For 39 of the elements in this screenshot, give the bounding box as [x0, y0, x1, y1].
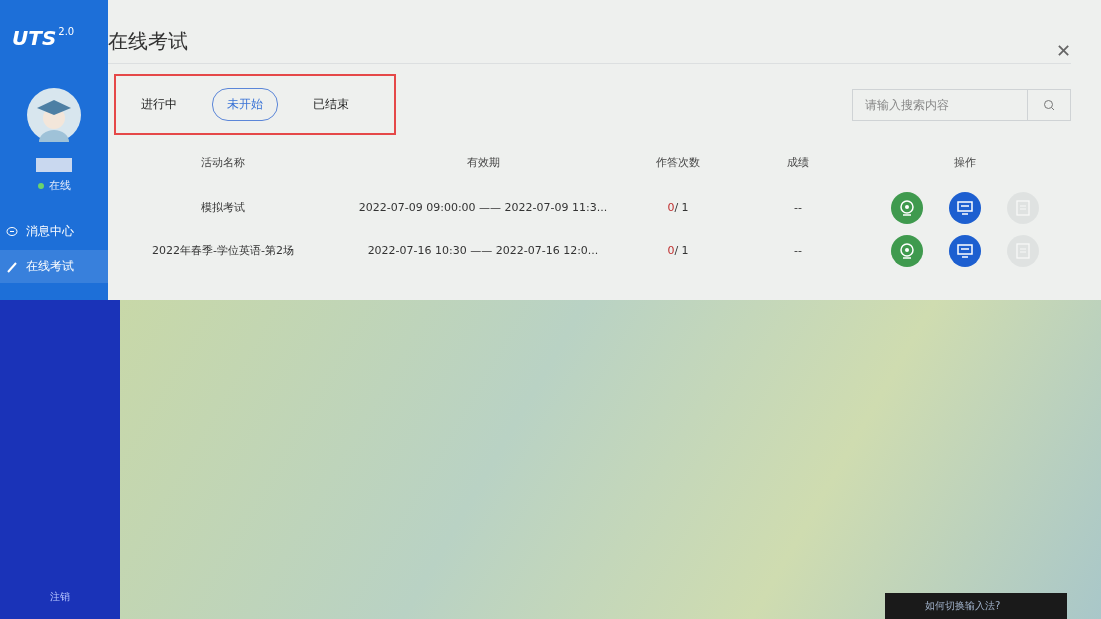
avatar-icon — [27, 88, 81, 142]
filter-tab[interactable]: 已结束 — [298, 88, 364, 121]
table-cell-text: -- — [793, 200, 803, 216]
table-cell-text: -- — [793, 243, 803, 259]
filter-tab[interactable]: 未开始 — [212, 88, 278, 121]
webcam-icon — [899, 242, 914, 259]
action-button[interactable] — [890, 234, 923, 267]
table-cell-text: 2022-07-16 10:30 —— 2022-07-16 12:0... — [366, 243, 600, 259]
nav-item[interactable]: 消息中心 — [0, 215, 108, 248]
nav-item[interactable]: 在线考试 — [0, 250, 108, 283]
column-header: 成绩 — [786, 155, 810, 171]
blurred-username — [36, 158, 72, 172]
column-header: 操作 — [952, 155, 977, 171]
monitor-icon — [956, 200, 973, 215]
search-icon — [1043, 98, 1055, 111]
logout-link[interactable]: 注销 — [44, 589, 76, 605]
table-cell-text: 0/ 1 — [666, 200, 690, 216]
ime-hint[interactable]: 如何切换输入法? — [885, 593, 1067, 619]
search-field[interactable]: 请输入搜索内容 — [852, 88, 1027, 121]
pencil-icon — [6, 260, 18, 273]
table-cell-text: 2022-07-09 09:00:00 —— 2022-07-09 11:3... — [357, 200, 609, 216]
action-button[interactable] — [890, 191, 923, 224]
action-button[interactable] — [948, 191, 981, 224]
column-header: 活动名称 — [200, 155, 246, 171]
close-button[interactable]: ✕ — [1056, 40, 1071, 62]
table-cell-text: 2022年春季-学位英语-第2场 — [151, 243, 295, 259]
monitor-icon — [956, 243, 973, 258]
table-cell-text: 模拟考试 — [200, 200, 246, 216]
logo: UTS — [12, 26, 57, 50]
filter-tab[interactable]: 进行中 — [126, 88, 192, 121]
column-header: 作答次数 — [655, 155, 701, 171]
logo-version: 2.0 — [58, 26, 75, 37]
action-button[interactable] — [948, 234, 981, 267]
webcam-icon — [899, 199, 914, 216]
column-header: 有效期 — [465, 155, 501, 171]
page-title: 在线考试 — [108, 28, 188, 55]
table-cell-text: 0/ 1 — [666, 243, 690, 259]
status-text: 在线 — [48, 178, 71, 193]
chat-icon — [6, 225, 18, 238]
